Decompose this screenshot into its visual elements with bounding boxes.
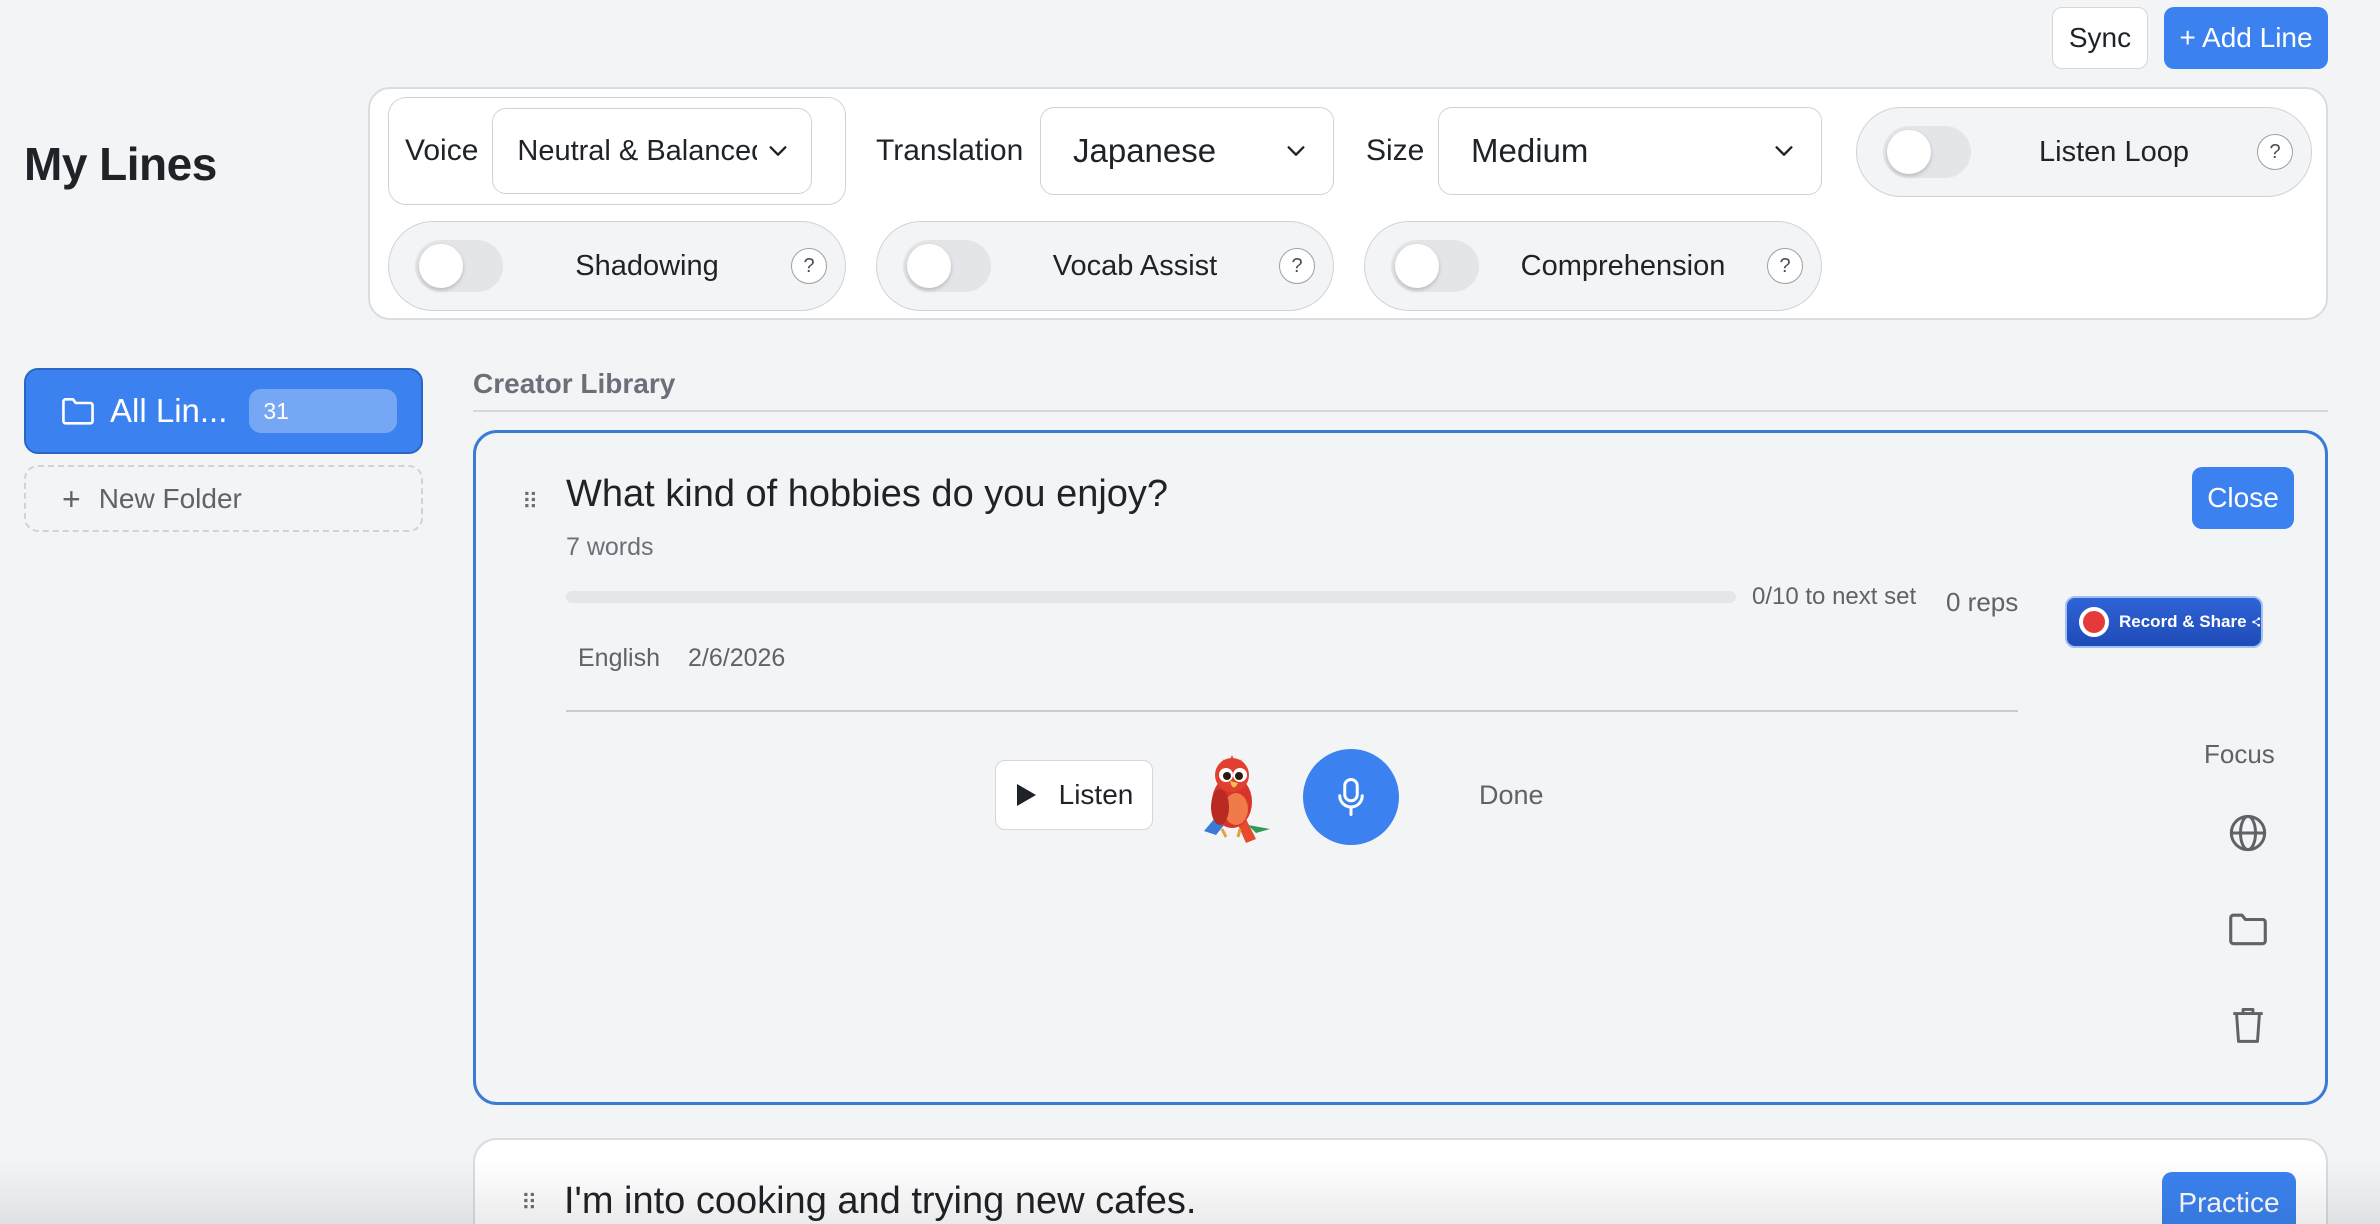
count-badge: 31 [249,389,398,433]
close-button[interactable]: Close [2192,467,2294,529]
sidebar-item-label: All Lin... [110,392,228,429]
record-share-button[interactable]: Record & Share [2065,596,2263,648]
comprehension-toggle[interactable] [1391,240,1479,292]
size-select[interactable]: Medium [1438,107,1822,195]
line-title: What kind of hobbies do you enjoy? [566,473,1169,515]
progress-text: 0/10 to next set [1752,583,1917,610]
listen-label: Listen [1058,779,1134,810]
translation-label: Translation [876,134,1024,167]
practice-button[interactable]: Practice [2162,1172,2296,1224]
progress-bar [566,591,1736,603]
record-icon [2079,607,2109,637]
listen-loop-label: Listen Loop [2039,135,2189,168]
page-title: My Lines [24,138,217,190]
drag-handle-icon[interactable]: ⠿ [522,491,538,513]
voice-value: Neutral & Balanced [517,134,758,167]
library-heading: Creator Library [473,368,676,399]
help-icon[interactable]: ? [1767,248,1803,284]
size-value: Medium [1471,132,1589,169]
listen-button[interactable]: Listen [995,760,1153,830]
new-folder-label: New Folder [98,482,242,514]
chevron-down-icon [1775,146,1793,156]
listen-loop-toggle-group: Listen Loop ? [1856,107,2312,197]
play-icon [1016,784,1036,806]
sidebar-item-all-lines[interactable]: All Lin... 31 [24,368,423,454]
line-card-active: ⠿ What kind of hobbies do you enjoy? 7 w… [473,430,2328,1105]
globe-icon[interactable] [2228,813,2268,853]
add-line-button[interactable]: + Add Line [2164,7,2328,69]
shadowing-toggle[interactable] [415,240,503,292]
sync-button[interactable]: Sync [2052,7,2148,69]
listen-loop-toggle[interactable] [1883,126,1971,178]
comprehension-toggle-group: Comprehension ? [1364,221,1822,311]
folder-icon [62,398,94,425]
word-count: 7 words [566,533,654,561]
done-button[interactable]: Done [1479,780,1544,811]
shadowing-toggle-group: Shadowing ? [388,221,846,311]
date-tag: 2/6/2026 [688,644,786,672]
drag-handle-icon[interactable]: ⠿ [521,1192,537,1214]
focus-label: Focus [2204,739,2275,769]
divider [473,410,2328,412]
comprehension-label: Comprehension [1520,249,1726,282]
help-icon[interactable]: ? [2257,134,2293,170]
vocab-assist-toggle-group: Vocab Assist ? [876,221,1334,311]
voice-select[interactable]: Neutral & Balanced [492,108,813,194]
settings-panel: Voice Neutral & Balanced Translation Jap… [368,87,2328,320]
reps-count: 0 reps [1946,587,2019,617]
help-icon[interactable]: ? [791,248,827,284]
size-label: Size [1366,134,1425,167]
microphone-icon [1338,778,1364,816]
folder-icon[interactable] [2227,910,2269,948]
record-mic-button[interactable] [1303,749,1399,845]
voice-label: Voice [405,134,479,167]
voice-group: Voice Neutral & Balanced [388,97,846,205]
record-share-label: Record & Share [2119,612,2247,631]
help-icon[interactable]: ? [1279,248,1315,284]
trash-icon[interactable] [2230,1005,2266,1045]
shadowing-label: Shadowing [575,249,719,282]
translation-value: Japanese [1073,132,1217,169]
new-folder-button[interactable]: + New Folder [24,465,423,532]
chevron-down-icon [1287,146,1305,156]
vocab-assist-label: Vocab Assist [1052,249,1218,282]
language-tag: English [578,644,660,672]
translation-select[interactable]: Japanese [1040,107,1334,195]
chevron-down-icon [769,146,787,156]
line-card: ⠿ I'm into cooking and trying new cafes.… [473,1138,2328,1224]
plus-icon: + [62,480,81,517]
vocab-assist-toggle[interactable] [903,240,991,292]
line-title: I'm into cooking and trying new cafes. [564,1180,1197,1222]
share-icon [2251,617,2260,627]
parrot-mascot [1186,747,1286,847]
card-divider [566,710,2018,712]
